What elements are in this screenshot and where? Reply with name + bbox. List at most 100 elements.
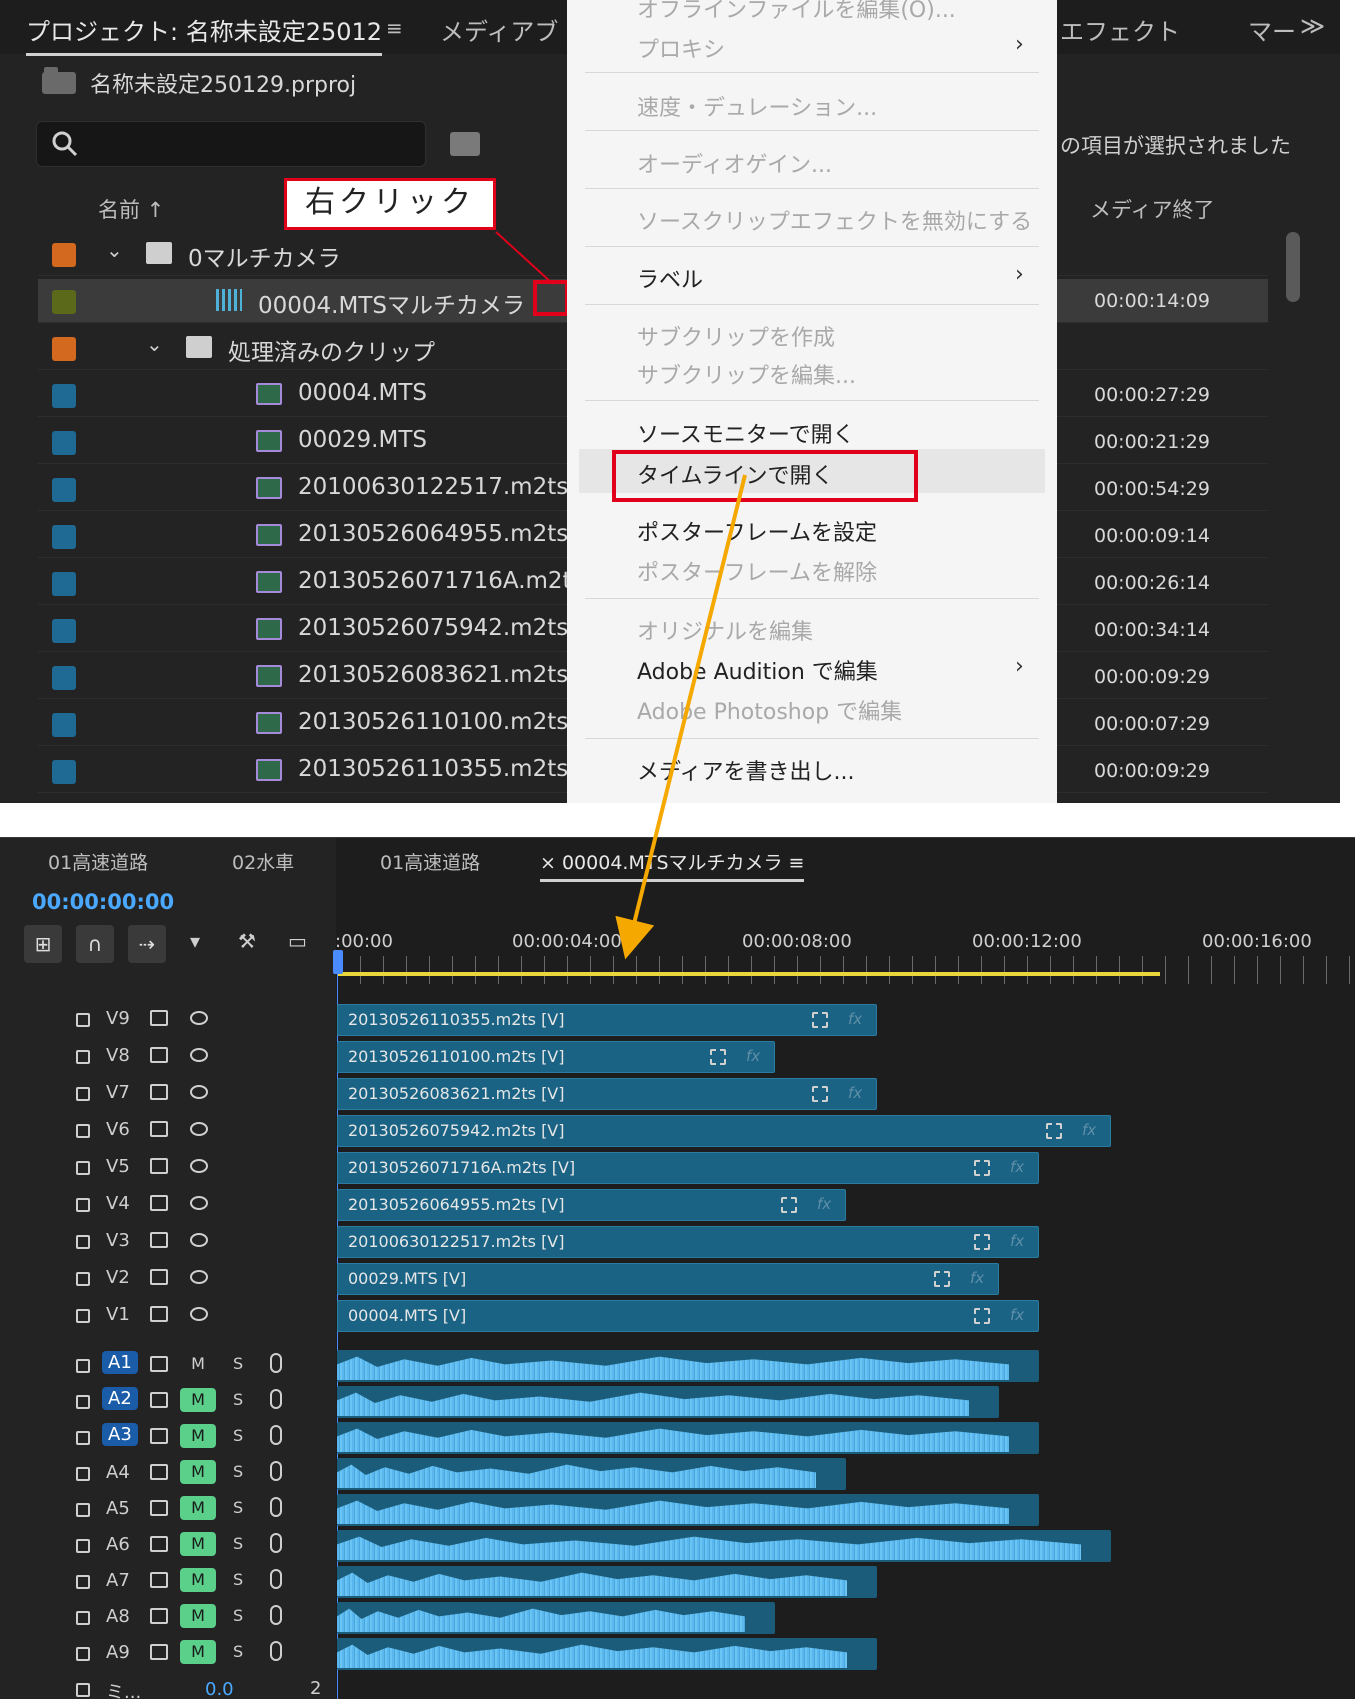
- track-lock-icon[interactable]: [76, 1087, 90, 1101]
- tab-effects[interactable]: エフェクト: [1060, 12, 1180, 47]
- track-lock-icon[interactable]: [76, 1359, 90, 1373]
- playhead-timecode[interactable]: 00:00:00:00: [32, 890, 174, 914]
- solo-button[interactable]: S: [233, 1534, 243, 1553]
- video-clip[interactable]: 00029.MTS [V] fx: [337, 1263, 999, 1295]
- eye-icon[interactable]: [190, 1307, 208, 1321]
- track-lock-icon[interactable]: [76, 1272, 90, 1286]
- label-color-swatch[interactable]: [52, 572, 76, 596]
- mute-button[interactable]: M: [180, 1388, 216, 1412]
- sync-lock-icon[interactable]: [150, 1608, 168, 1624]
- microphone-icon[interactable]: [270, 1569, 282, 1589]
- video-clip[interactable]: 00004.MTS [V] fx: [337, 1300, 1039, 1332]
- track-lock-icon[interactable]: [76, 1503, 90, 1517]
- track-name[interactable]: V8: [106, 1045, 130, 1066]
- sync-lock-icon[interactable]: [150, 1536, 168, 1552]
- timeline-tab-multicam[interactable]: × 00004.MTSマルチカメラ ≡: [540, 848, 805, 882]
- track-lock-icon[interactable]: [76, 1611, 90, 1625]
- track-name[interactable]: A8: [106, 1606, 130, 1627]
- captions-icon[interactable]: ▭: [288, 929, 307, 953]
- track-name[interactable]: V4: [106, 1193, 130, 1214]
- solo-button[interactable]: S: [233, 1462, 243, 1481]
- mute-button[interactable]: M: [180, 1496, 216, 1520]
- track-name[interactable]: V2: [106, 1267, 130, 1288]
- mix-volume-value[interactable]: 0.0: [205, 1679, 234, 1699]
- tab-overflow-icon[interactable]: ≫: [1300, 12, 1325, 40]
- track-lock-icon[interactable]: [76, 1431, 90, 1445]
- microphone-icon[interactable]: [270, 1353, 282, 1373]
- sync-lock-icon[interactable]: [150, 1306, 168, 1322]
- track-name[interactable]: A7: [106, 1570, 130, 1591]
- sync-lock-icon[interactable]: [150, 1195, 168, 1211]
- track-name[interactable]: V6: [106, 1119, 130, 1140]
- linked-selection-icon[interactable]: ⇢: [128, 925, 166, 963]
- label-color-swatch[interactable]: [52, 619, 76, 643]
- microphone-icon[interactable]: [270, 1641, 282, 1661]
- add-marker-icon[interactable]: ▾: [190, 929, 200, 953]
- track-name[interactable]: A6: [106, 1534, 130, 1555]
- context-menu-item[interactable]: メディアを書き出し...: [637, 754, 854, 786]
- mute-button[interactable]: M: [180, 1352, 216, 1376]
- microphone-icon[interactable]: [270, 1497, 282, 1517]
- project-scrollbar[interactable]: [1286, 232, 1300, 302]
- track-lock-icon[interactable]: [76, 1309, 90, 1323]
- audio-clip[interactable]: [337, 1422, 1039, 1454]
- timeline-tab-3[interactable]: 01高速道路: [380, 848, 480, 875]
- mute-button[interactable]: M: [180, 1604, 216, 1628]
- track-name[interactable]: V7: [106, 1082, 130, 1103]
- sync-lock-icon[interactable]: [150, 1464, 168, 1480]
- expand-chevron-icon[interactable]: ⌄: [146, 332, 163, 356]
- timeline-tab-2[interactable]: 02水車: [232, 848, 294, 875]
- sync-lock-icon[interactable]: [150, 1047, 168, 1063]
- solo-button[interactable]: S: [233, 1390, 243, 1409]
- track-name[interactable]: ミ...: [106, 1678, 141, 1699]
- sync-lock-icon[interactable]: [150, 1010, 168, 1026]
- sync-lock-icon[interactable]: [150, 1158, 168, 1174]
- playhead-handle[interactable]: [333, 950, 343, 974]
- snap-icon[interactable]: ∩: [76, 925, 114, 963]
- sync-lock-icon[interactable]: [150, 1232, 168, 1248]
- microphone-icon[interactable]: [270, 1389, 282, 1409]
- track-name[interactable]: V3: [106, 1230, 130, 1251]
- wrench-icon[interactable]: ⚒: [238, 929, 256, 953]
- sync-lock-icon[interactable]: [150, 1644, 168, 1660]
- microphone-icon[interactable]: [270, 1461, 282, 1481]
- audio-clip[interactable]: [337, 1638, 877, 1670]
- audio-clip[interactable]: [337, 1350, 1039, 1382]
- time-ruler[interactable]: [337, 956, 1355, 984]
- video-clip[interactable]: 20130526110100.m2ts [V] fx: [337, 1041, 775, 1073]
- eye-icon[interactable]: [190, 1233, 208, 1247]
- video-clip[interactable]: 20130526083621.m2ts [V] fx: [337, 1078, 877, 1110]
- track-name[interactable]: V1: [106, 1304, 130, 1325]
- sync-lock-icon[interactable]: [150, 1392, 168, 1408]
- mute-button[interactable]: M: [180, 1568, 216, 1592]
- label-color-swatch[interactable]: [52, 525, 76, 549]
- audio-clip[interactable]: [337, 1602, 775, 1634]
- track-name[interactable]: A9: [106, 1642, 130, 1663]
- eye-icon[interactable]: [190, 1011, 208, 1025]
- video-clip[interactable]: 20130526064955.m2ts [V] fx: [337, 1189, 846, 1221]
- track-lock-icon[interactable]: [76, 1198, 90, 1212]
- context-menu-item[interactable]: ラベル: [637, 262, 703, 294]
- label-color-swatch[interactable]: [52, 384, 76, 408]
- track-name[interactable]: A4: [106, 1462, 130, 1483]
- track-lock-icon[interactable]: [76, 1575, 90, 1589]
- microphone-icon[interactable]: [270, 1533, 282, 1553]
- audio-clip[interactable]: [337, 1530, 1111, 1562]
- track-name[interactable]: A1: [102, 1351, 138, 1374]
- track-lock-icon[interactable]: [76, 1050, 90, 1064]
- label-color-swatch[interactable]: [52, 337, 76, 361]
- track-name[interactable]: V5: [106, 1156, 130, 1177]
- sync-lock-icon[interactable]: [150, 1356, 168, 1372]
- timeline-tab-1[interactable]: 01高速道路: [48, 848, 148, 875]
- audio-clip[interactable]: [337, 1386, 999, 1418]
- track-name[interactable]: A5: [106, 1498, 130, 1519]
- label-color-swatch[interactable]: [52, 431, 76, 455]
- video-clip[interactable]: 20100630122517.m2ts [V] fx: [337, 1226, 1039, 1258]
- context-menu-item[interactable]: ポスターフレームを設定: [637, 515, 877, 547]
- solo-button[interactable]: S: [233, 1354, 243, 1373]
- eye-icon[interactable]: [190, 1196, 208, 1210]
- solo-button[interactable]: S: [233, 1606, 243, 1625]
- label-color-swatch[interactable]: [52, 760, 76, 784]
- video-clip[interactable]: 20130526071716A.m2ts [V] fx: [337, 1152, 1039, 1184]
- eye-icon[interactable]: [190, 1270, 208, 1284]
